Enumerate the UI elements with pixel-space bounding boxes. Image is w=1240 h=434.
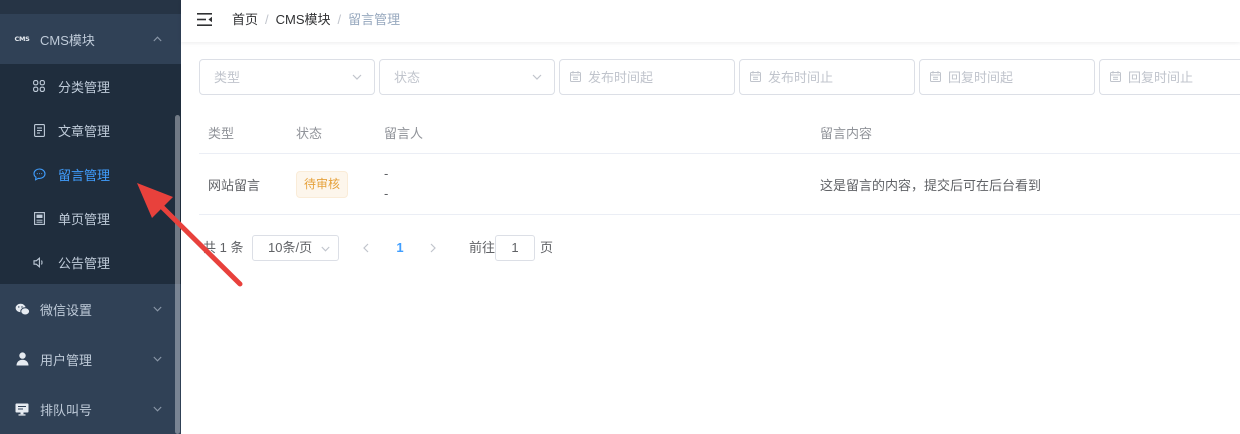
cell-content: 这是留言的内容，提交后可在后台看到: [820, 177, 1042, 193]
user-icon: [14, 351, 30, 367]
status-select-input[interactable]: [380, 60, 554, 94]
prev-page-button[interactable]: [356, 234, 376, 262]
wechat-icon: [14, 301, 30, 317]
messages-table: 类型 状态 留言人 留言内容 网站留言 待审核 - - 这是留言的内容，提交后可…: [199, 112, 1240, 215]
publish-start-input[interactable]: [560, 60, 734, 94]
reply-start-date-picker[interactable]: [919, 59, 1095, 95]
chevron-right-icon: [430, 243, 436, 253]
sidebar-group-label: 微信设置: [40, 302, 93, 318]
chevron-down-icon: [153, 406, 162, 412]
column-header-content: 留言内容: [820, 126, 873, 141]
status-select[interactable]: [379, 59, 555, 95]
calendar-icon: [930, 71, 941, 82]
page-icon: [32, 211, 46, 225]
monitor-icon: [14, 401, 30, 417]
calendar-icon: [570, 71, 581, 82]
cms-icon: CMS: [14, 35, 30, 43]
sidebar-group-users[interactable]: 用户管理: [0, 334, 181, 384]
sidebar-group-wechat[interactable]: 微信设置: [0, 284, 181, 334]
breadcrumb-home[interactable]: 首页: [232, 0, 258, 40]
hamburger-fold-icon[interactable]: [197, 13, 212, 26]
sidebar-item-label: 公告管理: [58, 255, 111, 271]
publish-end-input[interactable]: [740, 60, 914, 94]
grid-icon: [32, 79, 46, 93]
goto-page-input[interactable]: [495, 235, 535, 261]
breadcrumb-separator: /: [337, 12, 342, 27]
pagination: 共 1 条 10条/页 1 前往 页: [181, 234, 581, 262]
sidebar-group-label: 排队叫号: [40, 402, 93, 418]
next-page-button[interactable]: [423, 234, 443, 262]
sidebar-group-cms[interactable]: CMS CMS模块: [0, 14, 181, 64]
table-row[interactable]: 网站留言 待审核 - - 这是留言的内容，提交后可在后台看到: [199, 154, 1240, 215]
sidebar: CMS CMS模块 分类管理 文章管理 留言管理 单页管理 公告管理 微信设置 …: [0, 0, 181, 434]
chevron-down-icon: [153, 306, 162, 312]
sidebar-item-messages[interactable]: 留言管理: [0, 152, 181, 196]
sidebar-scrollbar[interactable]: [175, 115, 180, 434]
cell-status: 待审核: [287, 154, 375, 214]
chat-bubble-icon: [32, 167, 46, 181]
reply-end-input[interactable]: [1100, 60, 1240, 94]
sender-contact: -: [384, 186, 389, 201]
calendar-icon: [1110, 71, 1121, 82]
column-header-sender: 留言人: [384, 126, 424, 141]
sidebar-previous-item-fragment: [0, 0, 181, 14]
page-suffix: 页: [540, 240, 554, 255]
sidebar-group-queue[interactable]: 排队叫号: [0, 384, 181, 434]
chevron-down-icon: [352, 74, 362, 80]
column-header-type: 类型: [208, 126, 235, 141]
page-size-select[interactable]: 10条/页: [252, 235, 339, 261]
sidebar-item-pages[interactable]: 单页管理: [0, 196, 181, 240]
sidebar-item-label: 单页管理: [58, 211, 111, 227]
breadcrumb: 首页 / CMS模块 / 留言管理: [232, 0, 400, 40]
page-number-current[interactable]: 1: [385, 234, 415, 262]
cell-sender: - -: [375, 154, 811, 214]
publish-end-date-picker[interactable]: [739, 59, 915, 95]
reply-start-input[interactable]: [920, 60, 1094, 94]
pagination-total: 共 1 条: [203, 240, 244, 255]
reply-end-date-picker[interactable]: [1099, 59, 1240, 95]
filter-bar: [199, 59, 1240, 95]
sidebar-item-category[interactable]: 分类管理: [0, 64, 181, 108]
speaker-icon: [32, 255, 46, 269]
breadcrumb-separator: /: [265, 12, 269, 27]
table-header: 类型 状态 留言人 留言内容: [199, 112, 1240, 154]
navbar: 首页 / CMS模块 / 留言管理: [181, 0, 1240, 42]
goto-label: 前往: [469, 240, 496, 255]
sidebar-item-label: 留言管理: [58, 167, 111, 183]
cell-type: 网站留言: [208, 177, 261, 193]
submenu-cms: 分类管理 文章管理 留言管理 单页管理 公告管理: [0, 64, 181, 284]
status-badge: 待审核: [296, 170, 349, 198]
page-size-value: 10条/页: [268, 240, 313, 255]
main-content: 首页 / CMS模块 / 留言管理 类型 状态 发布时间起 发布时间止 回复时间…: [181, 0, 1240, 434]
type-select-input[interactable]: [200, 60, 374, 94]
chevron-up-icon: [153, 36, 162, 42]
calendar-icon: [750, 71, 761, 82]
chevron-left-icon: [363, 243, 369, 253]
sidebar-item-announcements[interactable]: 公告管理: [0, 240, 181, 284]
breadcrumb-current: 留言管理: [348, 12, 401, 27]
type-select[interactable]: [199, 59, 375, 95]
column-header-status: 状态: [296, 126, 323, 141]
sender-name: -: [384, 166, 389, 181]
sidebar-item-articles[interactable]: 文章管理: [0, 108, 181, 152]
chevron-down-icon: [153, 356, 162, 362]
chevron-down-icon: [321, 246, 330, 252]
chevron-down-icon: [532, 74, 542, 80]
publish-start-date-picker[interactable]: [559, 59, 735, 95]
breadcrumb-cms[interactable]: CMS模块: [276, 0, 331, 40]
sidebar-group-label: 用户管理: [40, 352, 93, 368]
sidebar-group-label: CMS模块: [40, 32, 95, 48]
document-icon: [32, 123, 46, 137]
sidebar-item-label: 文章管理: [58, 123, 111, 139]
sidebar-item-label: 分类管理: [58, 79, 111, 95]
